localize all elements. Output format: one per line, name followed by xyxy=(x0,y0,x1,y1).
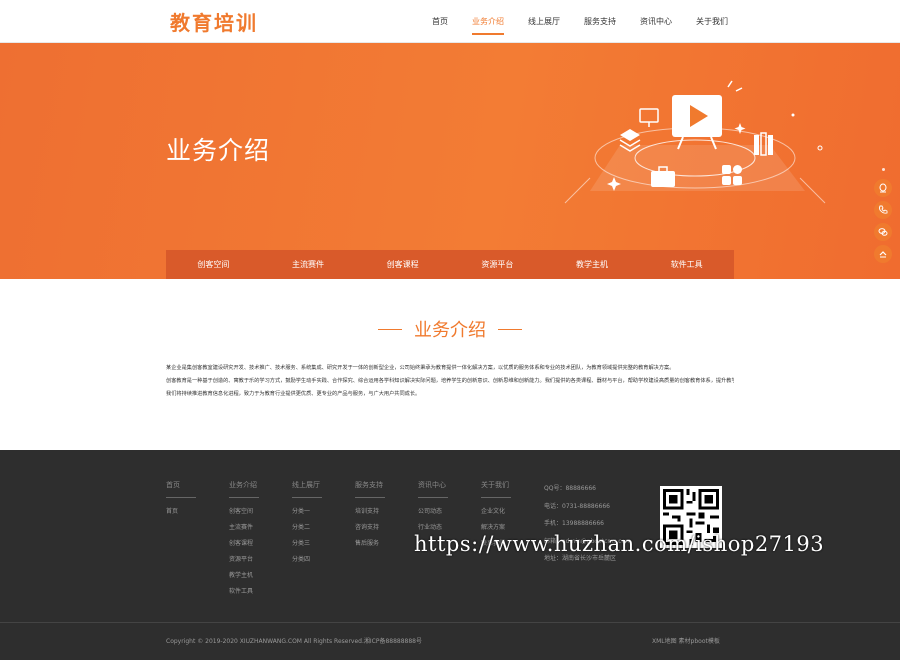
contact-phone: 电话：0731-88886666 xyxy=(544,502,610,510)
footer-link[interactable]: 分类一 xyxy=(292,504,332,520)
footer-link[interactable]: 公司动态 xyxy=(418,504,458,520)
wechat-icon[interactable] xyxy=(874,223,892,241)
nav-item-business[interactable]: 业务介绍 xyxy=(472,0,504,43)
footer-column-title[interactable]: 资讯中心 xyxy=(418,480,448,498)
contact-mobile: 手机：13988886666 xyxy=(544,520,604,527)
contact-qq: QQ号：88886666 xyxy=(544,485,596,492)
section-title: 业务介绍 xyxy=(378,316,522,342)
footer-link[interactable]: 创客课程 xyxy=(229,536,269,552)
footer-link[interactable]: 售后服务 xyxy=(355,536,395,552)
footer-link[interactable]: 创客空间 xyxy=(229,504,269,520)
nav-item-about[interactable]: 关于我们 xyxy=(696,0,728,43)
phone-icon[interactable] xyxy=(874,201,892,219)
subnav-item-resource-platform[interactable]: 资源平台 xyxy=(450,250,545,279)
banner-subnav: 创客空间 主流赛件 创客课程 资源平台 教学主机 软件工具 xyxy=(166,250,734,279)
footer-link[interactable]: 软件工具 xyxy=(229,584,269,600)
banner-title: 业务介绍 xyxy=(166,136,271,165)
subnav-item-competition-kits[interactable]: 主流赛件 xyxy=(261,250,356,279)
footer-link[interactable]: 咨询支持 xyxy=(355,520,395,536)
site-header: 教育培训 首页 业务介绍 线上展厅 服务支持 资讯中心 关于我们 xyxy=(0,0,900,43)
footer-column-support: 服务支持 培训支持 咨询支持 售后服务 xyxy=(355,480,395,552)
footer-link[interactable]: 培训支持 xyxy=(355,504,395,520)
footer-column-business: 业务介绍 创客空间 主流赛件 创客课程 资源平台 教学主机 软件工具 xyxy=(229,480,269,600)
nav-item-news[interactable]: 资讯中心 xyxy=(640,0,672,43)
footer-link[interactable]: 主流赛件 xyxy=(229,520,269,536)
watermark-text: https://www.huzhan.com/ishop27193 xyxy=(414,532,825,556)
subnav-item-maker-space[interactable]: 创客空间 xyxy=(166,250,261,279)
subnav-item-maker-courses[interactable]: 创客课程 xyxy=(355,250,450,279)
footer-link[interactable]: 分类四 xyxy=(292,552,332,568)
nav-item-support[interactable]: 服务支持 xyxy=(584,0,616,43)
footer-link[interactable]: 分类三 xyxy=(292,536,332,552)
nav-item-showroom[interactable]: 线上展厅 xyxy=(528,0,560,43)
side-indicator-dot xyxy=(881,168,885,171)
section-header: 业务介绍 xyxy=(0,316,900,342)
footer-bottom-links[interactable]: XML地图 素材pboot模板 xyxy=(652,636,720,645)
section-content: 某企业是集创客教室建设研究开发、技术推广、技术服务、系统集成、研究开发于一体的创… xyxy=(166,362,734,401)
footer-column-title[interactable]: 线上展厅 xyxy=(292,480,322,498)
footer-link[interactable]: 企业文化 xyxy=(481,504,521,520)
back-to-top-icon[interactable] xyxy=(874,245,892,263)
content-paragraph: 创客教育是一种基于创造的、寓教于乐的学习方式，鼓励学生动手实践、合作探究、综合运… xyxy=(166,378,734,384)
content-paragraph: 某企业是集创客教室建设研究开发、技术推广、技术服务、系统集成、研究开发于一体的创… xyxy=(166,365,675,371)
footer-column-title[interactable]: 业务介绍 xyxy=(229,480,259,498)
site-logo[interactable]: 教育培训 xyxy=(170,7,258,36)
footer-column-showroom: 线上展厅 分类一 分类二 分类三 分类四 xyxy=(292,480,332,568)
education-illustration xyxy=(564,80,826,204)
footer-column-title[interactable]: 服务支持 xyxy=(355,480,385,498)
footer-link[interactable]: 分类二 xyxy=(292,520,332,536)
subnav-item-software-tools[interactable]: 软件工具 xyxy=(639,250,734,279)
footer-column-title[interactable]: 关于我们 xyxy=(481,480,511,498)
footer-divider xyxy=(0,622,900,623)
subnav-item-teaching-host[interactable]: 教学主机 xyxy=(545,250,640,279)
footer-column-news: 资讯中心 公司动态 行业动态 xyxy=(418,480,458,536)
copyright-text: Copyright © 2019-2020 XIUZHANWANG.COM Al… xyxy=(166,638,423,645)
footer-link[interactable]: 首页 xyxy=(166,504,206,520)
footer-column-title[interactable]: 首页 xyxy=(166,480,196,498)
page-banner: 业务介绍 创客空间 主流赛件 创客课程 资源平台 教学主机 软件工具 xyxy=(0,43,900,279)
main-nav: 首页 业务介绍 线上展厅 服务支持 资讯中心 关于我们 xyxy=(420,0,740,43)
footer-link[interactable]: 教学主机 xyxy=(229,568,269,584)
footer-link[interactable]: 资源平台 xyxy=(229,552,269,568)
content-paragraph: 我们将持续推进教育信息化进程，致力于为教育行业提供更优质、更专业的产品与服务，与… xyxy=(166,391,421,397)
footer-column-home: 首页 首页 xyxy=(166,480,206,520)
side-toolbar xyxy=(874,168,892,267)
nav-item-home[interactable]: 首页 xyxy=(432,0,448,43)
qq-icon[interactable] xyxy=(874,179,892,197)
